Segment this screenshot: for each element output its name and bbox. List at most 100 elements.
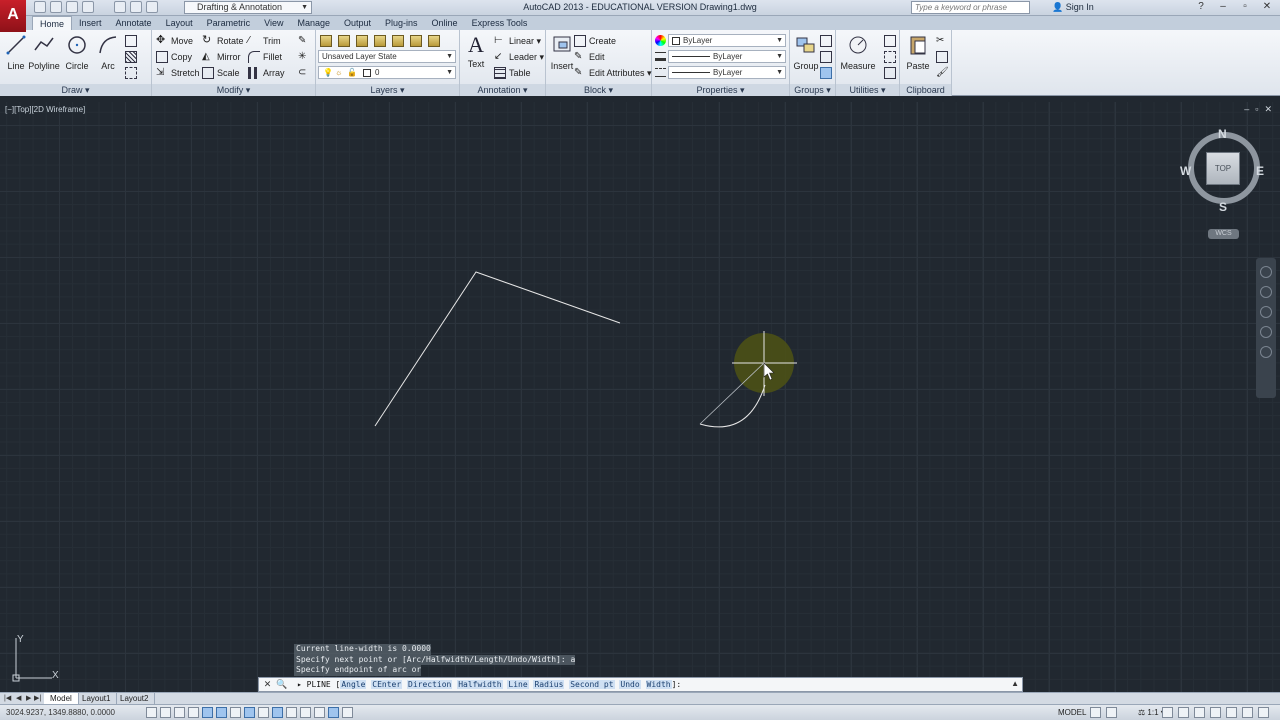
hardware-acceleration-icon[interactable]: [1226, 707, 1237, 718]
command-option-width[interactable]: Width: [645, 680, 672, 689]
redo-icon[interactable]: [146, 1, 158, 13]
wcs-menu-button[interactable]: WCS: [1208, 229, 1239, 239]
drawing-viewport[interactable]: [−][Top][2D Wireframe] – ▫ ✕ TOP N S E W…: [0, 102, 1280, 692]
viewcube-top-face[interactable]: TOP: [1206, 152, 1240, 185]
copy-button[interactable]: Copy: [156, 50, 192, 64]
move-button[interactable]: ✥ Move: [156, 34, 193, 48]
tab-online[interactable]: Online: [425, 16, 465, 30]
showmotion-icon[interactable]: [1260, 346, 1272, 358]
quick-view-drawings-icon[interactable]: [1106, 707, 1117, 718]
tab-output[interactable]: Output: [337, 16, 378, 30]
command-line[interactable]: ✕ 🔍 ▸ PLINE [Angle CEnter Direction Half…: [258, 677, 1023, 692]
transparency-toggle[interactable]: [300, 707, 311, 718]
tab-layout[interactable]: Layout: [159, 16, 200, 30]
snap-toggle[interactable]: [160, 707, 171, 718]
chevron-up-icon[interactable]: ▲: [1011, 679, 1019, 688]
undo-icon[interactable]: [130, 1, 142, 13]
cut-button[interactable]: ✂: [936, 34, 951, 48]
hatch-button[interactable]: [125, 50, 140, 64]
viewport-close-button[interactable]: ✕: [1264, 104, 1272, 115]
tab-manage[interactable]: Manage: [290, 16, 337, 30]
clipboard-panel-title[interactable]: Clipboard: [900, 84, 951, 96]
tab-view[interactable]: View: [257, 16, 290, 30]
layer-walk-button[interactable]: [428, 34, 443, 48]
stretch-button[interactable]: ⇲ Stretch: [156, 66, 200, 80]
ducs-toggle[interactable]: [258, 707, 269, 718]
lineweight-toggle[interactable]: [286, 707, 297, 718]
selection-cycling-toggle[interactable]: [328, 707, 339, 718]
prev-layout-icon[interactable]: ◀: [16, 694, 21, 702]
utilities-panel-title[interactable]: Utilities ▾: [836, 84, 899, 96]
draw-panel-title[interactable]: Draw ▾: [0, 84, 151, 96]
arc-button[interactable]: Arc: [92, 32, 124, 71]
edit-block-button[interactable]: ✎ Edit: [574, 50, 605, 64]
group-select-toggle[interactable]: [820, 66, 835, 80]
group-button[interactable]: Group: [790, 32, 822, 71]
print-icon[interactable]: [114, 1, 126, 13]
clean-screen-icon[interactable]: [1258, 707, 1269, 718]
zoom-icon[interactable]: [1260, 306, 1272, 318]
command-option-halfwidth[interactable]: Halfwidth: [457, 680, 503, 689]
minimize-button[interactable]: –: [1212, 0, 1234, 15]
quick-properties-toggle[interactable]: [314, 707, 325, 718]
open-icon[interactable]: [50, 1, 62, 13]
create-block-button[interactable]: Create: [574, 34, 616, 48]
close-button[interactable]: ✕: [1256, 0, 1278, 15]
coordinate-display[interactable]: 3024.9237, 1349.8880, 0.0000: [6, 708, 115, 717]
lock-icon[interactable]: [1210, 707, 1221, 718]
orbit-icon[interactable]: [1260, 326, 1272, 338]
workspace-switching-icon[interactable]: [1194, 707, 1205, 718]
command-option-radius[interactable]: Radius: [533, 680, 565, 689]
layer-lock-button[interactable]: [392, 34, 407, 48]
rotate-button[interactable]: ↻ Rotate: [202, 34, 244, 48]
paste-button[interactable]: Paste: [902, 32, 934, 71]
edit-attributes-button[interactable]: ✎ Edit Attributes ▾: [574, 66, 652, 80]
steering-wheel-icon[interactable]: [1260, 266, 1272, 278]
properties-panel-title[interactable]: Properties ▾: [652, 84, 789, 96]
group-edit-button[interactable]: [820, 50, 835, 64]
copy-clip-button[interactable]: [936, 50, 951, 64]
layer-properties-button[interactable]: [320, 34, 335, 48]
layer-select[interactable]: 💡 ☼ 🔓 0 ▼: [318, 66, 456, 79]
model-space-button[interactable]: MODEL: [1058, 708, 1086, 717]
select-all-button[interactable]: [884, 50, 899, 64]
scale-button[interactable]: Scale: [202, 66, 240, 80]
modify-panel-title[interactable]: Modify ▾: [152, 84, 315, 96]
first-layout-icon[interactable]: |◀: [4, 694, 11, 702]
tab-plug-ins[interactable]: Plug-ins: [378, 16, 425, 30]
groups-panel-title[interactable]: Groups ▾: [790, 84, 835, 96]
command-option-center[interactable]: CEnter: [371, 680, 403, 689]
annotation-scale[interactable]: ⚖ 1:1 ▾: [1138, 708, 1165, 717]
layer-match-button[interactable]: [410, 34, 425, 48]
last-layout-icon[interactable]: ▶|: [34, 694, 41, 702]
compass-north[interactable]: N: [1218, 127, 1227, 141]
compass-south[interactable]: S: [1219, 200, 1227, 214]
rectangle-button[interactable]: [125, 34, 140, 48]
command-option-line[interactable]: Line: [507, 680, 529, 689]
viewport-minimize-button[interactable]: –: [1244, 104, 1249, 115]
isolate-objects-icon[interactable]: [1242, 707, 1253, 718]
tab-home[interactable]: Home: [32, 16, 73, 30]
tab-express-tools[interactable]: Express Tools: [465, 16, 535, 30]
leader-button[interactable]: ↙ Leader ▾: [494, 50, 544, 64]
circle-button[interactable]: Circle: [61, 32, 93, 71]
tab-model[interactable]: Model: [44, 693, 79, 704]
command-option-direction[interactable]: Direction: [407, 680, 453, 689]
command-option-undo[interactable]: Undo: [619, 680, 641, 689]
ungroup-button[interactable]: [820, 34, 835, 48]
sign-in-button[interactable]: 👤 Sign In: [1052, 2, 1094, 13]
annotation-monitor-toggle[interactable]: [342, 707, 353, 718]
layer-freeze-button[interactable]: [356, 34, 371, 48]
table-button[interactable]: Table: [494, 66, 531, 80]
polyline-button[interactable]: Polyline: [28, 32, 60, 71]
otrack-toggle[interactable]: [244, 707, 255, 718]
polar-toggle[interactable]: [202, 707, 213, 718]
viewcube[interactable]: TOP N S E W: [1180, 127, 1264, 214]
text-button[interactable]: A Text: [460, 32, 492, 70]
offset-button[interactable]: ⊂: [298, 66, 313, 80]
layer-off-button[interactable]: [374, 34, 389, 48]
tab-parametric[interactable]: Parametric: [200, 16, 258, 30]
color-select[interactable]: ByLayer ▼: [668, 34, 786, 47]
lineweight-select[interactable]: ByLayer ▼: [668, 50, 786, 63]
linear-dimension-button[interactable]: ⊢ Linear ▾: [494, 34, 541, 48]
